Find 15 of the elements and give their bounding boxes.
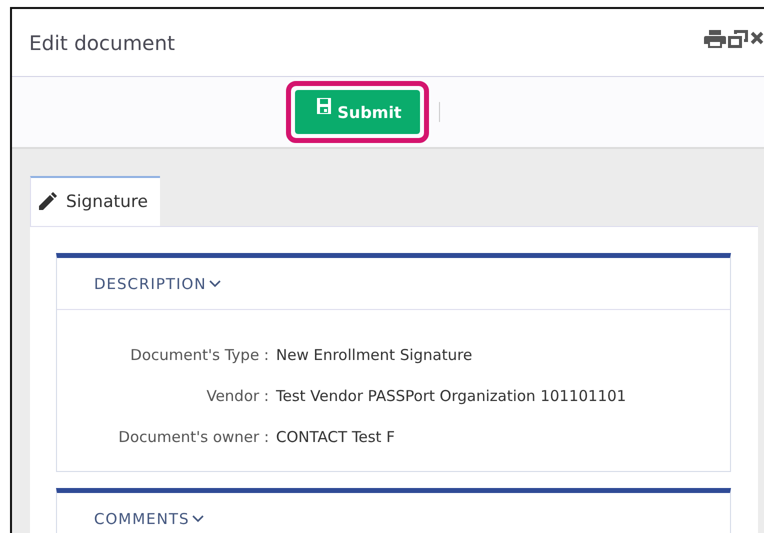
- chevron-down-icon: [208, 280, 221, 288]
- section-header[interactable]: COMMENTS: [57, 510, 204, 528]
- section-header[interactable]: DESCRIPTION: [57, 274, 221, 292]
- field-value: CONTACT Test F: [276, 428, 395, 446]
- pencil-icon: [36, 191, 58, 213]
- print-icon[interactable]: [704, 29, 726, 49]
- field-value: New Enrollment Signature: [276, 346, 472, 364]
- tab[interactable]: Signature: [30, 176, 160, 226]
- restore-icon[interactable]: [727, 29, 749, 49]
- field-label: Vendor :: [205, 386, 270, 404]
- field-label: Document's owner :: [117, 428, 270, 446]
- chevron-down-icon: [192, 514, 204, 522]
- field-value: Test Vendor PASSPort Organization 101101101: [276, 386, 626, 404]
- window-title: Edit document: [28, 30, 175, 54]
- field-label: Document's Type :: [129, 346, 270, 364]
